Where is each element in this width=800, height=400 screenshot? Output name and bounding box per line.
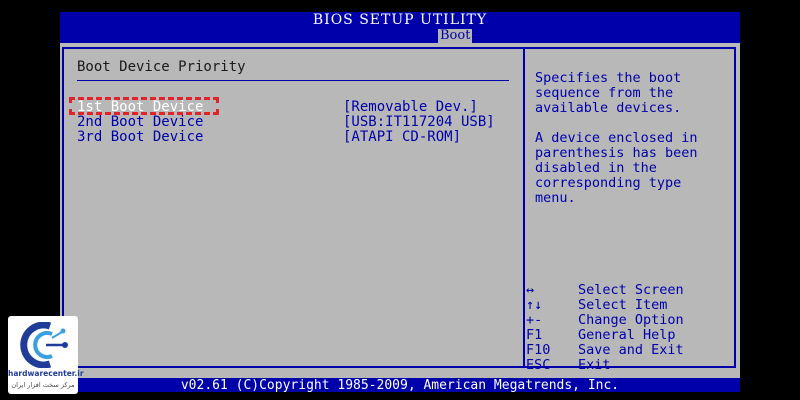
boot-device-value[interactable]: [Removable Dev.] <box>343 100 478 115</box>
key-legend-row: ↔ Select Screen <box>526 283 726 298</box>
help-line: disabled in the <box>535 160 657 176</box>
key-description: General Help <box>578 327 676 343</box>
boot-device-label: 3rd Boot Device <box>77 129 204 145</box>
key-legend-row: ↑↓ Select Item <box>526 298 726 313</box>
key-description: Save and Exit <box>578 342 684 358</box>
boot-device-row-3[interactable]: 3rd Boot Device [ATAPI CD-ROM] <box>77 130 517 145</box>
key-legend-row: +- Change Option <box>526 313 726 328</box>
boot-device-label: 2nd Boot Device <box>77 114 204 130</box>
panel-divider <box>523 47 525 368</box>
key-esc: ESC <box>526 357 551 373</box>
help-line: A device enclosed in <box>535 130 698 146</box>
bios-screen: BIOS SETUP UTILITY Boot Boot Device Prio… <box>60 12 740 392</box>
arrow-up-down-icon: ↑↓ <box>526 297 543 313</box>
key-f10: F10 <box>526 342 551 358</box>
watermark-name: hardwarecenter.ir <box>8 369 84 378</box>
key-description: Change Option <box>578 312 684 328</box>
arrow-left-right-icon: ↔ <box>526 282 535 298</box>
help-line: parenthesis has been <box>535 145 698 161</box>
help-line: Specifies the boot <box>535 70 682 86</box>
tab-boot[interactable]: Boot <box>438 29 473 43</box>
boot-device-label: 1st Boot Device <box>77 99 204 115</box>
boot-device-value[interactable]: [ATAPI CD-ROM] <box>343 130 461 145</box>
help-line: corresponding type <box>535 175 682 191</box>
key-plus-minus: +- <box>526 312 543 328</box>
help-line <box>535 116 735 131</box>
boot-device-value[interactable]: [USB:IT117204 USB] <box>343 115 495 130</box>
circuit-logo-icon <box>20 322 68 368</box>
copyright-footer: v02.61 (C)Copyright 1985-2009, American … <box>180 378 620 393</box>
section-title: Boot Device Priority <box>77 59 246 75</box>
watermark-logo: hardwarecenter.ir مرکز سخت افزار ایران <box>8 316 84 394</box>
help-text: Specifies the boot sequence from the ava… <box>535 71 735 206</box>
main-panel: Boot Device Priority 1st Boot Device [Re… <box>60 43 740 378</box>
help-line: available devices. <box>535 100 682 116</box>
key-legend: ↔ Select Screen ↑↓ Select Item +- Change… <box>526 283 726 373</box>
watermark-subtitle: مرکز سخت افزار ایران <box>11 381 75 389</box>
key-description: Exit <box>578 357 611 373</box>
window-title: BIOS SETUP UTILITY <box>312 12 488 28</box>
boot-device-row-1[interactable]: 1st Boot Device [Removable Dev.] <box>69 97 517 115</box>
help-line: sequence from the <box>535 85 674 101</box>
key-description: Select Item <box>578 297 668 313</box>
key-legend-row: F10 Save and Exit <box>526 343 726 358</box>
section-divider <box>77 80 509 81</box>
key-f1: F1 <box>526 327 543 343</box>
key-description: Select Screen <box>578 282 684 298</box>
key-legend-row: F1 General Help <box>526 328 726 343</box>
boot-device-row-2[interactable]: 2nd Boot Device [USB:IT117204 USB] <box>77 115 517 130</box>
panel-border <box>62 47 736 49</box>
help-line: menu. <box>535 190 576 206</box>
key-legend-row: ESC Exit <box>526 358 726 373</box>
